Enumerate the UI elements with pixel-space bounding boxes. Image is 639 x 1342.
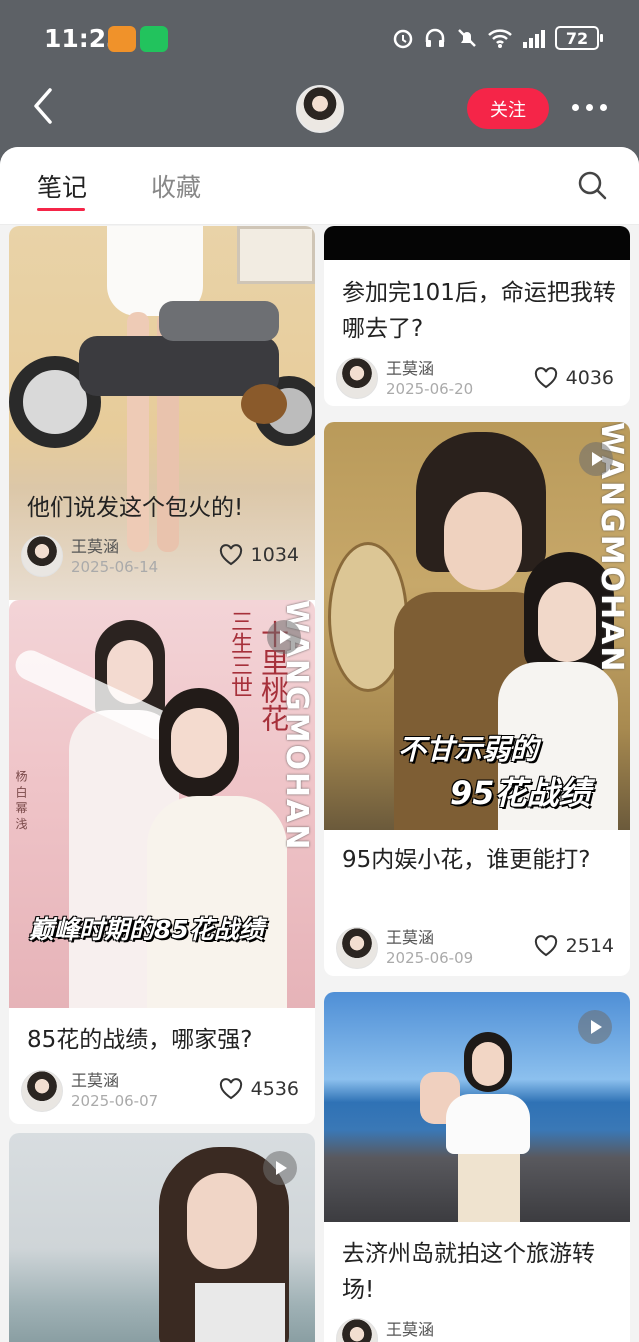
- note-cover-image: 三生三世 十里桃花 杨 白 幂 浅 WANGMOHAN 巅峰时期的85花战绩: [9, 600, 315, 1008]
- search-icon[interactable]: [576, 169, 608, 201]
- alarm-icon: [393, 29, 413, 49]
- note-title: 他们说发这个包火的!: [27, 495, 244, 521]
- note-date: 2025-06-09: [386, 949, 474, 967]
- video-play-icon[interactable]: [267, 620, 301, 654]
- like-count: 2514: [565, 935, 614, 957]
- battery-indicator: 72: [555, 26, 603, 50]
- author-name[interactable]: 王莫涵: [386, 924, 434, 948]
- heart-icon: [219, 544, 242, 566]
- signal-icon: [523, 30, 545, 48]
- author-avatar[interactable]: [336, 927, 378, 969]
- note-date: 2025-06-07: [71, 1092, 159, 1110]
- cover-caption-line1: 不甘示弱的: [398, 733, 539, 766]
- like-button[interactable]: 2514: [534, 935, 614, 957]
- note-card[interactable]: WANGMOHAN 不甘示弱的 95花战绩 95内娱小花，谁更能打? 王莫涵 2…: [324, 422, 630, 976]
- back-arrow-icon[interactable]: [26, 86, 62, 126]
- heart-icon: [534, 367, 557, 389]
- content-sheet: 笔记 收藏 他们说发这个包火的! 王莫涵 2025-06-14 1034 参加完…: [0, 147, 639, 1342]
- headphones-icon: [425, 28, 445, 47]
- heart-icon: [534, 935, 557, 957]
- author-avatar[interactable]: [336, 357, 378, 399]
- more-options-icon[interactable]: [572, 100, 612, 114]
- note-title: 参加完101后，命运把我转哪去了?: [342, 280, 616, 342]
- tab-bar: 笔记 收藏: [0, 147, 639, 225]
- heart-icon: [219, 1078, 242, 1100]
- like-button[interactable]: 1034: [219, 544, 299, 566]
- author-name[interactable]: 王莫涵: [386, 1316, 434, 1340]
- note-cover-image: [9, 1133, 315, 1342]
- cover-caption: 巅峰时期的85花战绩: [29, 915, 264, 944]
- author-avatar[interactable]: [336, 1318, 378, 1342]
- note-title: 85花的战绩，哪家强?: [27, 1027, 253, 1053]
- note-card[interactable]: [9, 1133, 315, 1342]
- wechat-notification-icon: [140, 26, 168, 52]
- author-name[interactable]: 王莫涵: [71, 533, 119, 557]
- status-bar: 11:23 72: [0, 0, 639, 80]
- video-play-icon[interactable]: [579, 442, 613, 476]
- author-avatar[interactable]: [21, 535, 63, 577]
- note-card[interactable]: 去济州岛就拍这个旅游转场! 王莫涵: [324, 992, 630, 1342]
- poster-cast: 杨 白 幂 浅: [14, 770, 28, 830]
- author-name[interactable]: 王莫涵: [71, 1067, 119, 1091]
- poster-subtitle: 三生三世: [227, 610, 252, 698]
- like-button[interactable]: 4036: [534, 367, 614, 389]
- note-card[interactable]: 参加完101后，命运把我转哪去了? 王莫涵 2025-06-20 4036: [324, 226, 630, 406]
- follow-button[interactable]: 关注: [467, 88, 549, 129]
- note-cover-image: WANGMOHAN 不甘示弱的 95花战绩: [324, 422, 630, 830]
- cover-caption-line2: 95花战绩: [450, 774, 591, 812]
- author-name[interactable]: 王莫涵: [386, 355, 434, 379]
- app-notification-icon: [108, 26, 136, 52]
- video-play-icon[interactable]: [578, 1010, 612, 1044]
- active-tab-indicator: [37, 208, 85, 211]
- note-date: 2025-06-20: [386, 380, 474, 398]
- note-card[interactable]: 三生三世 十里桃花 杨 白 幂 浅 WANGMOHAN 巅峰时期的85花战绩 8…: [9, 600, 315, 1124]
- like-count: 4536: [250, 1078, 299, 1100]
- note-cover-image: [324, 992, 630, 1222]
- note-cover-image: [324, 226, 630, 260]
- note-title: 95内娱小花，谁更能打?: [342, 847, 591, 873]
- like-count: 1034: [250, 544, 299, 566]
- like-button[interactable]: 4536: [219, 1078, 299, 1100]
- system-icons: 72: [391, 26, 603, 50]
- like-count: 4036: [565, 367, 614, 389]
- author-avatar[interactable]: [21, 1070, 63, 1112]
- tab-favorites[interactable]: 收藏: [151, 168, 201, 204]
- wifi-icon: [488, 29, 512, 48]
- note-title: 去济州岛就拍这个旅游转场!: [342, 1241, 595, 1303]
- profile-avatar[interactable]: [296, 85, 344, 133]
- mute-icon: [458, 29, 476, 47]
- note-date: 2025-06-14: [71, 558, 159, 576]
- video-play-icon[interactable]: [263, 1151, 297, 1185]
- tab-notes[interactable]: 笔记: [37, 168, 87, 204]
